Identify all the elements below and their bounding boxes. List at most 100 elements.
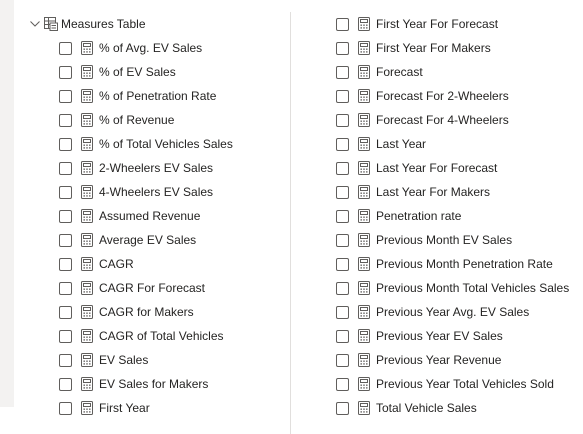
field-label: CAGR xyxy=(99,257,134,271)
field-checkbox[interactable] xyxy=(336,257,349,271)
field-item[interactable]: % of EV Sales xyxy=(59,60,176,84)
field-checkbox[interactable] xyxy=(59,137,72,151)
field-item[interactable]: Last Year For Forecast xyxy=(336,156,497,180)
field-item[interactable]: Previous Year EV Sales xyxy=(336,324,503,348)
field-checkbox[interactable] xyxy=(336,185,349,199)
calculator-icon xyxy=(358,89,370,103)
field-item[interactable]: Previous Year Revenue xyxy=(336,348,501,372)
field-checkbox[interactable] xyxy=(59,329,72,343)
field-label: First Year xyxy=(99,401,150,415)
calculator-icon xyxy=(81,353,93,367)
field-item[interactable]: % of Total Vehicles Sales xyxy=(59,132,233,156)
field-item[interactable]: 2-Wheelers EV Sales xyxy=(59,156,213,180)
field-checkbox[interactable] xyxy=(336,305,349,319)
calculator-icon xyxy=(81,41,93,55)
field-item[interactable]: First Year xyxy=(59,396,150,420)
field-checkbox[interactable] xyxy=(59,353,72,367)
field-item[interactable]: Previous Month Penetration Rate xyxy=(336,252,553,276)
field-item[interactable]: First Year For Forecast xyxy=(336,12,498,36)
field-checkbox[interactable] xyxy=(336,65,349,79)
field-item[interactable]: Previous Year Total Vehicles Sold xyxy=(336,372,554,396)
field-label: Forecast For 2-Wheelers xyxy=(376,89,509,103)
chevron-down-icon[interactable] xyxy=(28,17,42,31)
field-label: First Year For Forecast xyxy=(376,17,499,31)
field-label: % of Avg. EV Sales xyxy=(99,41,203,55)
field-label: CAGR for Makers xyxy=(99,305,194,319)
fields-column-left: Measures Table % of Avg. EV Sales % of EV… xyxy=(14,12,291,434)
field-label: Previous Month Total Vehicles Sales xyxy=(376,281,570,295)
field-item[interactable]: Forecast For 2-Wheelers xyxy=(336,84,509,108)
calculator-icon xyxy=(358,377,370,391)
field-checkbox[interactable] xyxy=(336,233,349,247)
field-checkbox[interactable] xyxy=(59,401,72,415)
field-item[interactable]: % of Revenue xyxy=(59,108,174,132)
calculator-icon xyxy=(81,329,93,343)
field-label: Average EV Sales xyxy=(99,233,197,247)
field-label: Total Vehicle Sales xyxy=(376,401,477,415)
field-checkbox[interactable] xyxy=(59,233,72,247)
field-checkbox[interactable] xyxy=(59,65,72,79)
field-item[interactable]: EV Sales for Makers xyxy=(59,372,208,396)
field-item[interactable]: Penetration rate xyxy=(336,204,461,228)
field-checkbox[interactable] xyxy=(336,377,349,391)
field-item[interactable]: % of Penetration Rate xyxy=(59,84,216,108)
calculator-icon xyxy=(358,41,370,55)
field-checkbox[interactable] xyxy=(59,89,72,103)
field-checkbox[interactable] xyxy=(59,281,72,295)
calculator-icon xyxy=(81,401,93,415)
table-name: Measures Table xyxy=(61,17,146,31)
field-item[interactable]: Previous Month EV Sales xyxy=(336,228,512,252)
field-checkbox[interactable] xyxy=(336,353,349,367)
field-checkbox[interactable] xyxy=(336,401,349,415)
calculator-icon xyxy=(81,185,93,199)
field-item[interactable]: CAGR For Forecast xyxy=(59,276,205,300)
field-checkbox[interactable] xyxy=(336,161,349,175)
calculator-icon xyxy=(81,161,93,175)
field-label: Previous Year Revenue xyxy=(376,353,502,367)
fields-column-right: First Year For Forecast First Year For Ma… xyxy=(292,12,583,434)
field-checkbox[interactable] xyxy=(336,113,349,127)
calculator-icon xyxy=(81,209,93,223)
field-item[interactable]: Previous Month Total Vehicles Sales xyxy=(336,276,569,300)
field-label: Previous Month Penetration Rate xyxy=(376,257,553,271)
field-label: Forecast For 4-Wheelers xyxy=(376,113,509,127)
field-checkbox[interactable] xyxy=(59,209,72,223)
field-item[interactable]: CAGR of Total Vehicles xyxy=(59,324,224,348)
field-label: Previous Year Avg. EV Sales xyxy=(376,305,530,319)
field-item[interactable]: Assumed Revenue xyxy=(59,204,200,228)
field-item[interactable]: First Year For Makers xyxy=(336,36,491,60)
field-checkbox[interactable] xyxy=(336,89,349,103)
field-checkbox[interactable] xyxy=(336,329,349,343)
field-item[interactable]: Total Vehicle Sales xyxy=(336,396,477,420)
field-item[interactable]: 4-Wheelers EV Sales xyxy=(59,180,213,204)
field-checkbox[interactable] xyxy=(59,185,72,199)
field-label: EV Sales for Makers xyxy=(99,377,209,391)
field-checkbox[interactable] xyxy=(59,305,72,319)
field-label: Previous Month EV Sales xyxy=(376,233,513,247)
field-checkbox[interactable] xyxy=(336,281,349,295)
field-item[interactable]: Average EV Sales xyxy=(59,228,196,252)
field-label: Last Year xyxy=(376,137,427,151)
field-label: Previous Year Total Vehicles Sold xyxy=(376,377,554,391)
calculator-icon xyxy=(81,305,93,319)
field-item[interactable]: Last Year xyxy=(336,132,426,156)
field-checkbox[interactable] xyxy=(59,161,72,175)
field-item[interactable]: EV Sales xyxy=(59,348,148,372)
field-checkbox[interactable] xyxy=(59,41,72,55)
field-checkbox[interactable] xyxy=(59,257,72,271)
field-checkbox[interactable] xyxy=(336,17,349,31)
field-checkbox[interactable] xyxy=(59,113,72,127)
field-item[interactable]: Previous Year Avg. EV Sales xyxy=(336,300,529,324)
field-item[interactable]: Forecast For 4-Wheelers xyxy=(336,108,509,132)
field-item[interactable]: CAGR xyxy=(59,252,134,276)
field-item[interactable]: Forecast xyxy=(336,60,423,84)
field-item[interactable]: CAGR for Makers xyxy=(59,300,194,324)
field-checkbox[interactable] xyxy=(336,209,349,223)
field-checkbox[interactable] xyxy=(59,377,72,391)
field-item[interactable]: % of Avg. EV Sales xyxy=(59,36,202,60)
field-item[interactable]: Last Year For Makers xyxy=(336,180,490,204)
field-checkbox[interactable] xyxy=(336,137,349,151)
field-checkbox[interactable] xyxy=(336,41,349,55)
field-label: Previous Year EV Sales xyxy=(376,329,503,343)
table-node[interactable]: Measures Table xyxy=(28,12,146,36)
